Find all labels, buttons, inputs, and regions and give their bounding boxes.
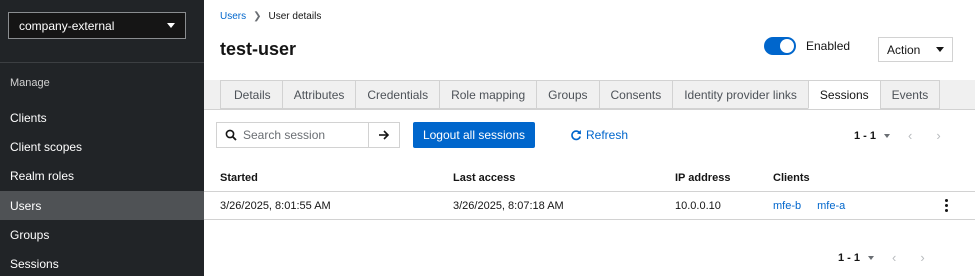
sidebar-item-label: Clients (10, 110, 47, 125)
tab-identity-provider-links[interactable]: Identity provider links (672, 80, 808, 109)
row-actions-kebab-icon[interactable] (942, 198, 950, 213)
search-group (216, 122, 400, 148)
refresh-icon (571, 130, 581, 141)
sidebar-item-clients[interactable]: Clients (0, 103, 204, 132)
tab-label: Consents (610, 87, 662, 102)
cell-started: 3/26/2025, 8:01:55 AM (220, 199, 331, 212)
sidebar-item-users[interactable]: Users (0, 191, 204, 220)
pagination-toggle[interactable]: 1 - 1 (854, 129, 891, 142)
sidebar-divider (0, 62, 204, 63)
client-link-mfe-a[interactable]: mfe-a (817, 200, 845, 212)
previous-page-button[interactable]: ‹ (908, 128, 912, 143)
next-page-button[interactable]: › (936, 128, 940, 143)
arrow-right-icon (379, 130, 390, 140)
tab-label: Groups (548, 87, 588, 102)
caret-down-icon (884, 133, 891, 138)
caret-down-icon (167, 23, 175, 28)
tab-label: Identity provider links (684, 87, 797, 102)
tab-label: Sessions (819, 87, 869, 102)
enabled-label: Enabled (806, 39, 851, 53)
column-header-clients: Clients (773, 171, 810, 184)
sidebar-section-heading: Manage (10, 77, 50, 89)
main-content: Users ❯ User details test-user Enabled A… (204, 0, 975, 276)
refresh-button[interactable]: Refresh (570, 128, 628, 142)
tab-label: Details (234, 87, 271, 102)
column-header-ip-address: IP address (675, 171, 731, 184)
tab-events[interactable]: Events (879, 80, 941, 109)
enabled-toggle[interactable] (764, 37, 796, 55)
next-page-button[interactable]: › (920, 250, 924, 265)
search-input[interactable] (243, 128, 363, 142)
caret-down-icon (868, 255, 875, 260)
pagination-range: 1 - 1 (854, 129, 877, 142)
tab-consents[interactable]: Consents (598, 80, 673, 109)
kebab-dot (944, 199, 948, 202)
toggle-knob (780, 39, 794, 53)
tab-attributes[interactable]: Attributes (281, 80, 356, 109)
sidebar-item-client-scopes[interactable]: Client scopes (0, 132, 204, 161)
realm-selector[interactable]: company-external (8, 12, 186, 39)
tab-sessions[interactable]: Sessions (807, 80, 880, 109)
search-input-wrap (217, 123, 369, 147)
column-header-last-access: Last access (453, 171, 516, 184)
action-dropdown-label: Action (887, 42, 921, 57)
sidebar: company-external Manage Clients Client s… (0, 0, 204, 276)
pagination-bottom: 1 - 1 ‹ › (838, 250, 925, 265)
breadcrumb: Users ❯ User details (220, 11, 321, 22)
cell-clients: mfe-b mfe-a (773, 200, 861, 212)
sessions-table: Started Last access IP address Clients 3… (204, 164, 975, 220)
realm-selector-label: company-external (19, 18, 115, 33)
cell-last-access: 3/26/2025, 8:07:18 AM (453, 199, 564, 212)
column-header-started: Started (220, 171, 258, 184)
enabled-switch-group: Enabled (764, 37, 850, 55)
breadcrumb-link-users[interactable]: Users (220, 11, 246, 22)
cell-ip-address: 10.0.0.10 (675, 199, 721, 212)
sidebar-item-sessions[interactable]: Sessions (0, 249, 204, 276)
page-header: Users ❯ User details test-user Enabled A… (204, 0, 975, 80)
tab-credentials[interactable]: Credentials (355, 80, 440, 109)
client-link-mfe-b[interactable]: mfe-b (773, 200, 801, 212)
sidebar-item-label: Realm roles (10, 168, 75, 183)
refresh-label: Refresh (586, 128, 629, 142)
table-header-row: Started Last access IP address Clients (204, 164, 975, 192)
kebab-dot (944, 204, 948, 207)
previous-page-button[interactable]: ‹ (892, 250, 896, 265)
tab-details[interactable]: Details (220, 80, 282, 109)
tab-bar: Details Attributes Credentials Role mapp… (220, 80, 941, 109)
sessions-panel: Logout all sessions Refresh 1 - 1 ‹ › St… (204, 109, 975, 276)
sidebar-item-label: Sessions (10, 256, 59, 271)
logout-all-sessions-button[interactable]: Logout all sessions (413, 122, 535, 148)
caret-down-icon (936, 47, 944, 52)
chevron-right-icon: ❯ (253, 11, 262, 22)
table-row: 3/26/2025, 8:01:55 AM 3/26/2025, 8:07:18… (204, 192, 975, 220)
search-icon (225, 129, 237, 141)
tab-groups[interactable]: Groups (536, 80, 599, 109)
tab-label: Credentials (367, 87, 429, 102)
kebab-dot (944, 209, 948, 212)
tab-label: Attributes (293, 87, 345, 102)
action-dropdown[interactable]: Action (878, 37, 953, 62)
sidebar-item-label: Users (10, 198, 42, 213)
search-submit-button[interactable] (369, 123, 399, 147)
sidebar-item-label: Client scopes (10, 139, 83, 154)
sidebar-item-label: Groups (10, 227, 50, 242)
tab-label: Events (891, 87, 929, 102)
pagination-toggle[interactable]: 1 - 1 (838, 251, 875, 264)
pagination-range: 1 - 1 (838, 251, 861, 264)
page-title: test-user (220, 39, 297, 59)
sidebar-item-groups[interactable]: Groups (0, 220, 204, 249)
tab-role-mapping[interactable]: Role mapping (439, 80, 537, 109)
breadcrumb-current: User details (268, 11, 322, 22)
pagination-top: 1 - 1 ‹ › (854, 128, 941, 143)
tab-label: Role mapping (451, 87, 526, 102)
sidebar-item-realm-roles[interactable]: Realm roles (0, 161, 204, 190)
